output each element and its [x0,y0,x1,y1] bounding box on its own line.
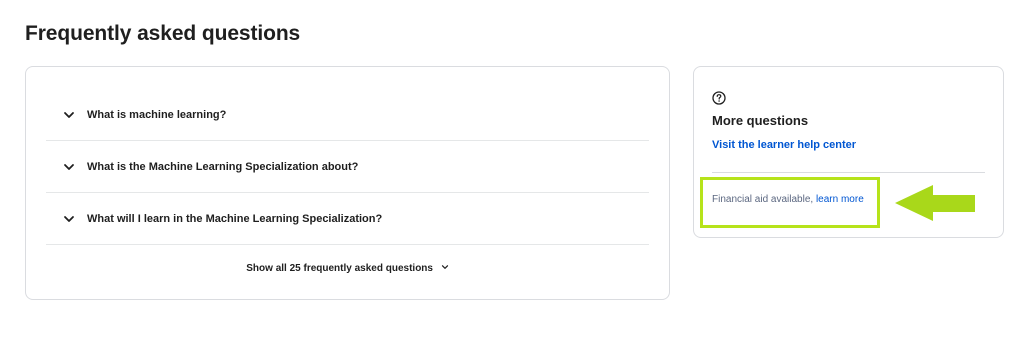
divider [712,172,985,173]
chevron-down-icon [63,109,75,121]
page-title: Frequently asked questions [25,22,301,45]
faq-page: Frequently asked questions What is machi… [0,0,1024,346]
faq-item-machine-learning[interactable]: What is machine learning? [46,90,649,141]
question-circle-icon [712,91,726,105]
faq-question: What is machine learning? [87,109,227,121]
more-questions-title: More questions [712,113,809,128]
faq-question: What will I learn in the Machine Learnin… [87,213,383,225]
chevron-down-icon [441,263,449,274]
faq-item-what-will-i-learn[interactable]: What will I learn in the Machine Learnin… [46,194,649,245]
learner-help-center-link[interactable]: Visit the learner help center [712,139,856,151]
left-arrow-icon [895,185,975,221]
show-all-label: Show all 25 frequently asked questions [246,263,433,275]
chevron-down-icon [63,213,75,225]
faq-card: What is machine learning? What is the Ma… [25,66,670,300]
show-all-faqs-button[interactable]: Show all 25 frequently asked questions [26,263,669,274]
highlight-annotation-box [700,177,880,228]
faq-question: What is the Machine Learning Specializat… [87,161,359,173]
faq-item-specialization-about[interactable]: What is the Machine Learning Specializat… [46,142,649,193]
chevron-down-icon [63,161,75,173]
